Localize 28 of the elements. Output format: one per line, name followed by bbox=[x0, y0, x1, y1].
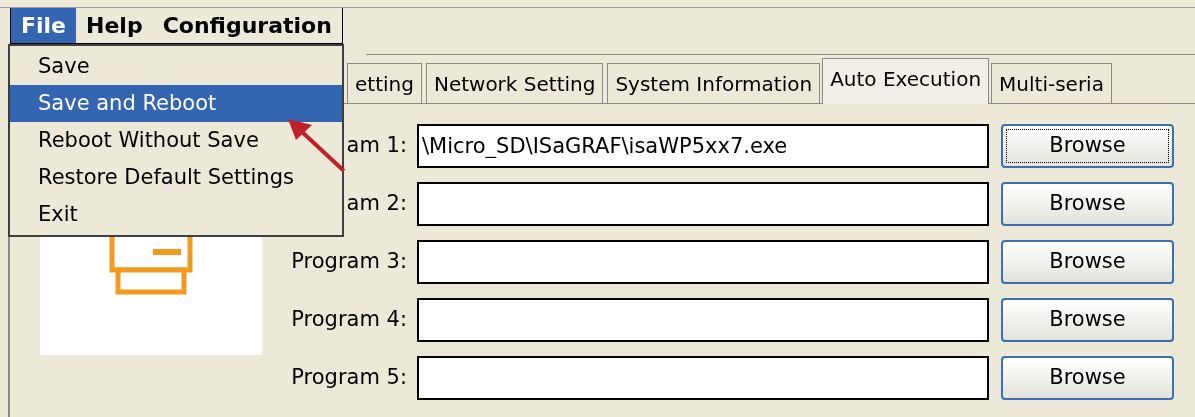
tab[interactable]: Network Setting bbox=[425, 63, 604, 103]
menu-item[interactable]: Restore Default Settings bbox=[10, 159, 342, 196]
program-path-field[interactable] bbox=[417, 240, 989, 284]
menu-item[interactable]: Reboot Without Save bbox=[10, 122, 342, 159]
program-path-field[interactable] bbox=[417, 182, 989, 226]
menu-bar-item[interactable]: Configuration bbox=[152, 8, 342, 43]
tab[interactable]: etting bbox=[347, 63, 422, 103]
program-path-field[interactable] bbox=[417, 356, 989, 400]
program-label: am 1: bbox=[346, 132, 407, 160]
menu-bar-item[interactable]: Help bbox=[76, 8, 153, 43]
menu-item[interactable]: Save bbox=[10, 48, 342, 85]
tab[interactable]: Multi-seria bbox=[991, 63, 1112, 103]
menu-item[interactable]: Exit bbox=[10, 196, 342, 233]
menu-bar-item[interactable]: File bbox=[11, 8, 77, 43]
program-label: Program 5: bbox=[291, 364, 407, 392]
browse-button[interactable]: Browse bbox=[1001, 240, 1174, 284]
browse-button[interactable]: Browse bbox=[1001, 124, 1174, 168]
browse-button[interactable]: Browse bbox=[1001, 356, 1174, 400]
program-label: am 2: bbox=[346, 190, 407, 218]
browse-button[interactable]: Browse bbox=[1001, 298, 1174, 342]
menu-item[interactable]: Save and Reboot bbox=[10, 85, 342, 122]
program-path-field[interactable]: \Micro_SD\ISaGRAF\isaWP5xx7.exe bbox=[417, 124, 989, 168]
browse-button[interactable]: Browse bbox=[1001, 182, 1174, 226]
program-path-field[interactable] bbox=[417, 298, 989, 342]
tab[interactable]: Auto Execution bbox=[822, 58, 990, 104]
tab[interactable]: System Information bbox=[607, 63, 821, 103]
program-label: Program 3: bbox=[291, 248, 407, 276]
program-label: Program 4: bbox=[291, 306, 407, 334]
